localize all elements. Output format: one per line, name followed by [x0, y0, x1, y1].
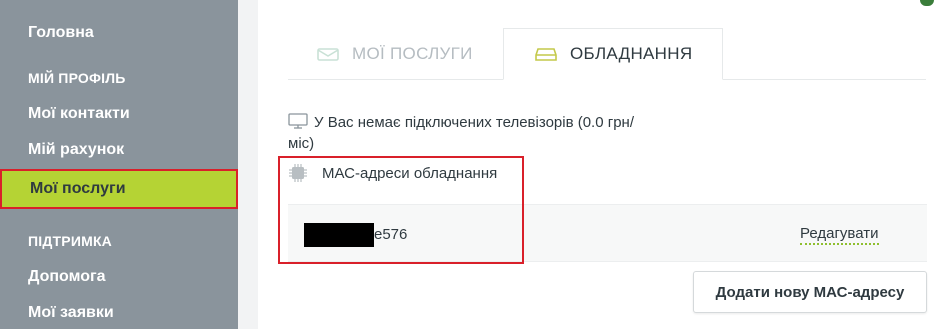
tv-icon [288, 113, 308, 129]
add-mac-button[interactable]: Додати нову МАС-адресу [693, 271, 927, 313]
sidebar-item-contacts[interactable]: Мої контакти [0, 96, 238, 132]
sidebar-item-label: Мої послуги [30, 180, 126, 197]
sidebar-item-label: Мої заявки [28, 304, 114, 321]
equipment-icon [534, 46, 558, 62]
highlight-annotation [278, 156, 524, 264]
tab-services[interactable]: МОЇ ПОСЛУГИ [316, 28, 473, 80]
sidebar-item-home[interactable]: Головна [0, 15, 238, 51]
tv-message-text: У Вас немає підключених телевізорів (0.0… [288, 114, 634, 152]
sidebar-item-label: Мої контакти [28, 105, 130, 122]
tab-label: ОБЛАДНАННЯ [570, 44, 693, 63]
sidebar-section-support: ПІДТРИМКА [28, 233, 112, 249]
sidebar-item-label: Мій рахунок [28, 141, 125, 158]
sidebar-item-account[interactable]: Мій рахунок [0, 132, 238, 168]
edit-mac-link[interactable]: Редагувати [800, 225, 879, 245]
sidebar-item-label: Головна [28, 24, 94, 41]
sidebar-item-requests[interactable]: Мої заявки [0, 295, 238, 329]
tab-equipment[interactable]: ОБЛАДНАННЯ [503, 28, 723, 80]
sidebar-item-help[interactable]: Допомога [0, 259, 238, 295]
tab-label: МОЇ ПОСЛУГИ [352, 44, 473, 63]
sidebar-item-label: Допомога [28, 268, 106, 285]
tv-message: У Вас немає підключених телевізорів (0.0… [288, 112, 648, 154]
sidebar: Головна МІЙ ПРОФІЛЬ Мої контакти Мій рах… [0, 0, 238, 329]
sidebar-gutter [238, 0, 258, 329]
sidebar-item-services[interactable]: Мої послуги [0, 169, 238, 209]
sidebar-section-profile: МІЙ ПРОФІЛЬ [28, 70, 126, 86]
services-icon [316, 46, 340, 62]
